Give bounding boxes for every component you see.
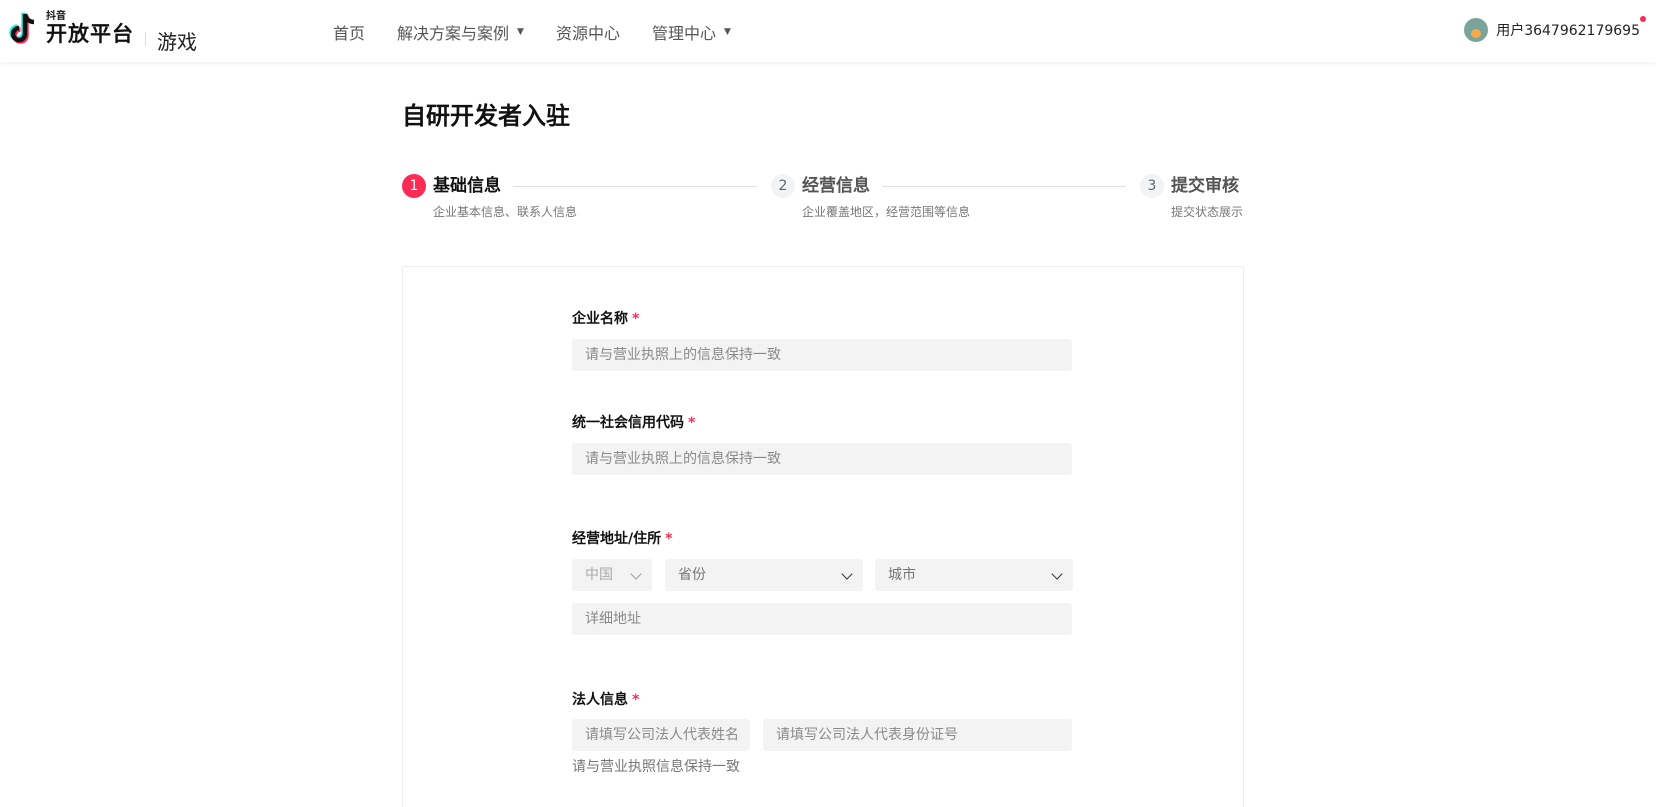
select-value: 省份 [678, 567, 706, 583]
logo-small-text: 抖音 [46, 11, 66, 22]
chevron-down-icon [841, 568, 853, 580]
nav-item-label: 资源中心 [555, 24, 620, 43]
field-label-text: 法人信息 [572, 692, 628, 708]
top-header: 抖音 开放平台 游戏 首页 解决方案与案例 ▼ 资源中心 管理中心 ▼ 用户36… [0, 0, 1656, 62]
nav-item-label: 首页 [333, 24, 366, 43]
credit-code-label: 统一社会信用代码 * [572, 412, 695, 432]
main-nav: 首页 解决方案与案例 ▼ 资源中心 管理中心 ▼ [333, 20, 763, 44]
douyin-open-platform-logo[interactable]: 抖音 开放平台 [8, 10, 134, 50]
nav-item-management[interactable]: 管理中心 ▼ [652, 20, 731, 44]
user-name[interactable]: 用户3647962179695 [1496, 20, 1640, 40]
required-mark: * [688, 415, 696, 431]
legal-name-input[interactable] [572, 719, 750, 751]
step-title: 经营信息 [802, 176, 870, 196]
legal-hint-text: 请与营业执照信息保持一致 [572, 759, 740, 775]
province-select[interactable]: 省份 [665, 559, 863, 591]
douyin-note-icon [8, 10, 40, 50]
step-description: 企业覆盖地区，经营范围等信息 [802, 205, 971, 219]
step-description: 企业基本信息、联系人信息 [433, 205, 578, 219]
avatar[interactable] [1464, 18, 1489, 42]
field-label-text: 企业名称 [572, 311, 628, 327]
required-mark: * [665, 531, 673, 547]
logo-divider [145, 32, 146, 46]
credit-code-input[interactable] [572, 443, 1072, 475]
company-name-label: 企业名称 * [572, 308, 639, 328]
step-title: 基础信息 [433, 176, 501, 196]
field-label-text: 统一社会信用代码 [572, 415, 684, 431]
country-select[interactable]: 中国 [572, 559, 652, 591]
city-select[interactable]: 城市 [875, 559, 1073, 591]
nav-item-label: 解决方案与案例 [397, 24, 510, 43]
chevron-down-icon [1051, 568, 1063, 580]
step-title: 提交审核 [1171, 176, 1239, 196]
chevron-down-icon [630, 568, 642, 580]
nav-item-resources[interactable]: 资源中心 [556, 20, 620, 44]
select-value: 中国 [585, 567, 613, 583]
required-mark: * [632, 692, 640, 708]
notification-dot [1640, 16, 1646, 22]
progress-steps: 1 基础信息 企业基本信息、联系人信息 2 经营信息 企业覆盖地区，经营范围等信… [402, 174, 1244, 224]
logo-product-text: 游戏 [157, 30, 197, 54]
step-number: 3 [1140, 174, 1164, 198]
select-value: 城市 [888, 567, 916, 583]
legal-person-label: 法人信息 * [572, 689, 639, 709]
legal-id-input[interactable] [763, 719, 1072, 751]
page-title: 自研开发者入驻 [402, 102, 570, 130]
nav-item-solutions[interactable]: 解决方案与案例 ▼ [397, 20, 524, 44]
step-connector [882, 186, 1126, 187]
address-label: 经营地址/住所 * [572, 528, 672, 548]
caret-down-icon: ▼ [723, 27, 731, 37]
required-mark: * [632, 311, 640, 327]
step-connector [513, 186, 757, 187]
caret-down-icon: ▼ [517, 27, 524, 37]
company-name-input[interactable] [572, 339, 1072, 371]
detail-address-input[interactable] [572, 603, 1072, 635]
field-label-text: 经营地址/住所 [572, 531, 662, 547]
step-number: 2 [771, 174, 795, 198]
nav-item-home[interactable]: 首页 [333, 20, 365, 44]
step-description: 提交状态展示 [1171, 205, 1244, 219]
nav-item-label: 管理中心 [651, 24, 716, 43]
step-number: 1 [402, 174, 426, 198]
logo-big-text: 开放平台 [46, 22, 134, 46]
user-menu[interactable]: 用户3647962179695 [1464, 16, 1646, 42]
